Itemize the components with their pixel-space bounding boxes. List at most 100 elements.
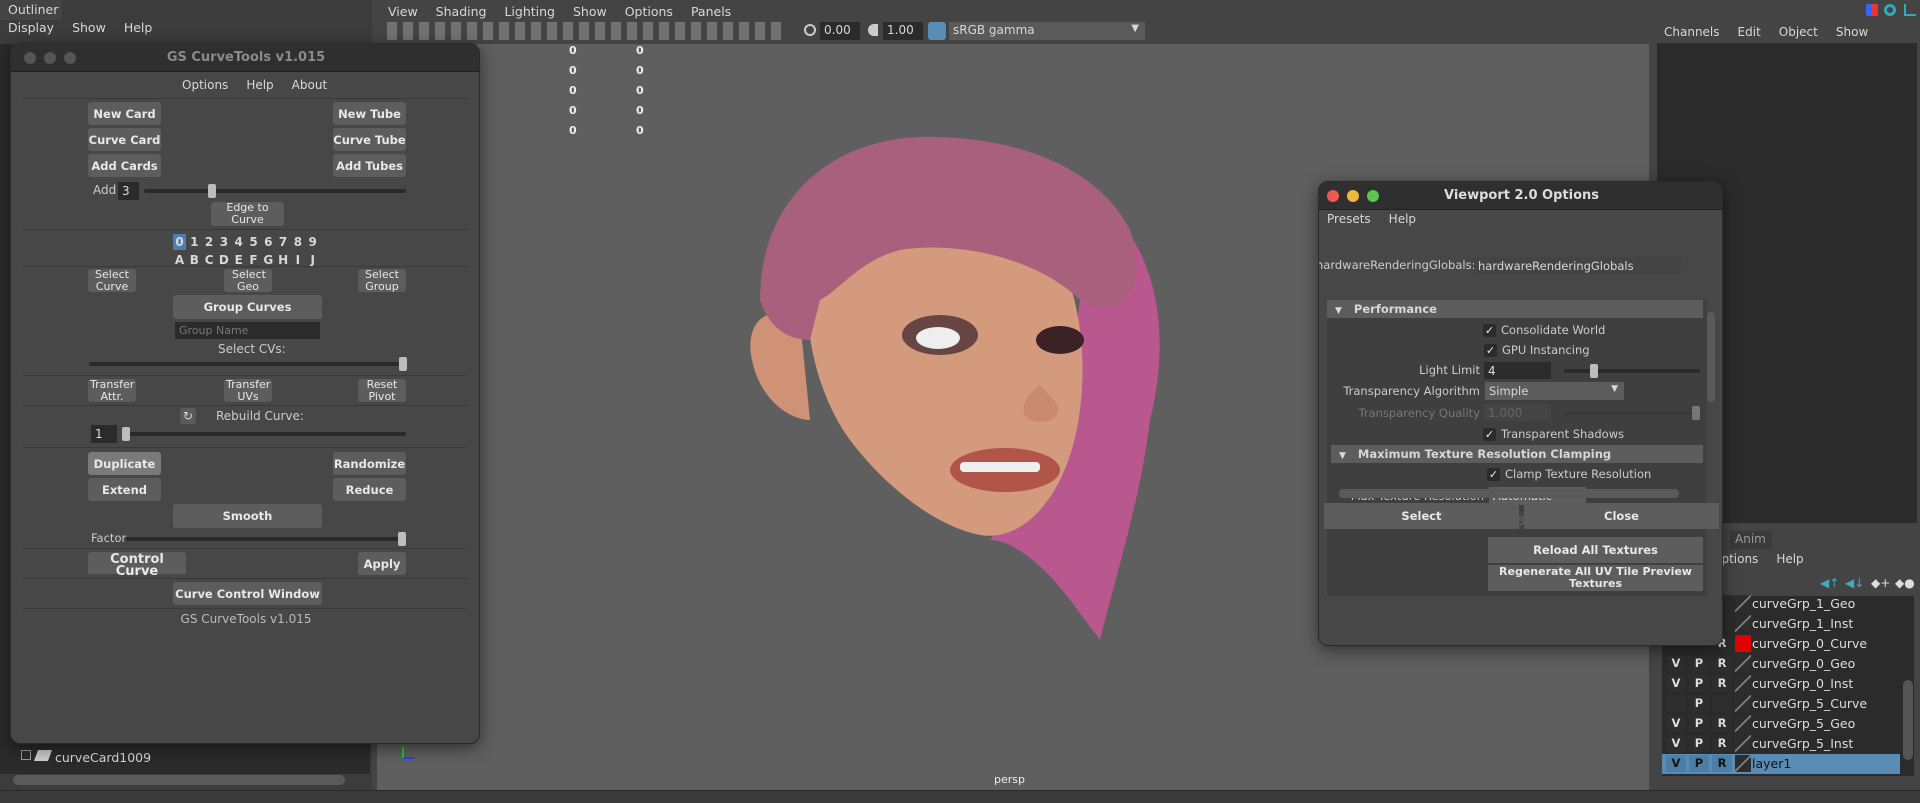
layer-p-toggle[interactable]: P — [1689, 755, 1709, 772]
layer-row[interactable]: V P RcurveGrp_0_Geo — [1662, 654, 1900, 674]
layer-p-toggle[interactable]: P — [1689, 715, 1709, 732]
layer-number-button[interactable]: 2 — [203, 234, 216, 250]
menu-help[interactable]: Help — [1389, 212, 1416, 226]
layer-p-toggle[interactable]: P — [1689, 735, 1709, 752]
layer-row[interactable]: V P RcurveGrp_5_Geo — [1662, 714, 1900, 734]
layer-vscrollbar[interactable] — [1903, 680, 1913, 760]
menu-channels[interactable]: Channels — [1664, 25, 1720, 39]
layer-v-toggle[interactable]: V — [1666, 655, 1686, 672]
edge-to-curve-button[interactable]: Edge to Curve — [211, 202, 284, 226]
layer-color-swatch[interactable] — [1735, 635, 1751, 652]
layer-r-toggle[interactable]: R — [1712, 755, 1732, 772]
layer-number-button[interactable]: 8 — [291, 234, 304, 250]
rebuild-slider[interactable] — [122, 427, 406, 441]
move-layer-down-icon[interactable]: ◀↓ — [1845, 576, 1864, 590]
select-cvs-slider[interactable] — [89, 357, 407, 371]
title-bar[interactable]: GS CurveTools v1.015 — [11, 44, 479, 72]
layer-r-toggle[interactable]: R — [1712, 655, 1732, 672]
layer-color-icon[interactable] — [1735, 715, 1751, 732]
layer-color-icon[interactable] — [1735, 675, 1751, 692]
options-hscrollbar[interactable] — [1339, 489, 1679, 498]
duplicate-button[interactable]: Duplicate — [88, 452, 161, 475]
rebuild-value-field[interactable]: 1 — [91, 425, 117, 443]
slider-thumb[interactable] — [399, 357, 407, 371]
transparency-algorithm-dropdown[interactable]: Simple ▼ — [1485, 382, 1624, 400]
transfer-attr-button[interactable]: Transfer Attr. — [88, 379, 136, 403]
regenerate-uv-tile-button[interactable]: Regenerate All UV Tile Preview Textures — [1488, 565, 1703, 591]
layer-number-button[interactable]: 4 — [232, 234, 245, 250]
curve-card-button[interactable]: Curve Card — [88, 128, 161, 151]
layer-tab-anim[interactable]: Anim — [1730, 531, 1772, 549]
layer-row[interactable]: PcurveGrp_5_Curve — [1662, 694, 1900, 714]
randomize-button[interactable]: Randomize — [333, 452, 406, 475]
axis-icon[interactable] — [1904, 4, 1916, 16]
factor-slider[interactable] — [126, 532, 406, 546]
transform-icon[interactable] — [1866, 4, 1878, 16]
refresh-icon[interactable]: ↻ — [180, 408, 196, 424]
max-texture-header[interactable]: ▼ Maximum Texture Resolution Clamping — [1331, 445, 1703, 463]
menu-presets[interactable]: Presets — [1327, 212, 1371, 226]
layer-v-toggle[interactable]: V — [1666, 675, 1686, 692]
layer-color-icon[interactable] — [1735, 695, 1751, 712]
layer-number-button[interactable]: 9 — [306, 234, 319, 250]
transparent-shadows-checkbox[interactable]: ✓ — [1483, 428, 1496, 441]
layer-row[interactable]: V P Rlayer1 — [1662, 754, 1900, 774]
layer-color-icon[interactable] — [1735, 655, 1751, 672]
globals-field[interactable]: hardwareRenderingGlobals — [1474, 257, 1681, 275]
options-vscrollbar[interactable] — [1707, 312, 1715, 402]
menu-about[interactable]: About — [292, 78, 327, 92]
curve-tube-button[interactable]: Curve Tube — [333, 128, 406, 151]
transfer-uvs-button[interactable]: Transfer UVs — [224, 379, 272, 403]
reset-pivot-button[interactable]: Reset Pivot — [358, 379, 406, 403]
smooth-button[interactable]: Smooth — [173, 504, 322, 528]
consolidate-world-checkbox[interactable]: ✓ — [1483, 324, 1496, 337]
menu-options[interactable]: Options — [182, 78, 228, 92]
slider-thumb[interactable] — [122, 427, 130, 441]
move-layer-up-icon[interactable]: ◀↑ — [1820, 576, 1839, 590]
select-group-button[interactable]: Select Group — [358, 269, 406, 293]
layer-number-button[interactable]: 3 — [217, 234, 230, 250]
reduce-button[interactable]: Reduce — [333, 478, 406, 501]
layer-v-toggle[interactable]: V — [1666, 735, 1686, 752]
layer-number-button[interactable]: 1 — [188, 234, 201, 250]
layer-v-toggle[interactable] — [1666, 695, 1686, 712]
layer-row[interactable]: V P RcurveGrp_5_Inst — [1662, 734, 1900, 754]
curve-control-window-button[interactable]: Curve Control Window — [173, 582, 322, 605]
select-button[interactable]: Select — [1324, 503, 1519, 529]
layer-r-toggle[interactable]: R — [1712, 715, 1732, 732]
performance-header[interactable]: ▼ Performance — [1327, 300, 1703, 318]
menu-object[interactable]: Object — [1779, 25, 1818, 39]
menu-show[interactable]: Show — [1836, 25, 1868, 39]
layer-number-button[interactable]: 5 — [247, 234, 260, 250]
layer-p-toggle[interactable]: P — [1689, 695, 1709, 712]
layer-color-icon[interactable] — [1735, 615, 1751, 632]
menu-help[interactable]: Help — [246, 78, 273, 92]
add-count-field[interactable]: 3 — [118, 182, 139, 200]
tool-icon[interactable] — [1884, 4, 1896, 16]
time-slider-strip[interactable] — [0, 790, 1920, 803]
add-cards-button[interactable]: Add Cards — [88, 154, 161, 177]
layer-color-icon[interactable] — [1735, 595, 1751, 612]
close-button-footer[interactable]: Close — [1524, 503, 1719, 529]
group-curves-button[interactable]: Group Curves — [173, 295, 322, 319]
menu-help[interactable]: Help — [1776, 552, 1803, 566]
control-curve-button[interactable]: Control Curve — [88, 552, 186, 578]
layer-row[interactable]: V P RcurveGrp_0_Inst — [1662, 674, 1900, 694]
layer-v-toggle[interactable]: V — [1666, 755, 1686, 772]
light-limit-slider[interactable] — [1564, 364, 1700, 378]
new-tube-button[interactable]: New Tube — [333, 102, 406, 125]
clamp-texture-checkbox[interactable]: ✓ — [1487, 468, 1500, 481]
slider-thumb[interactable] — [398, 532, 406, 546]
add-tubes-button[interactable]: Add Tubes — [333, 154, 406, 177]
layer-number-button[interactable]: 7 — [277, 234, 290, 250]
layer-number-button[interactable]: 0 — [173, 234, 186, 250]
group-name-input[interactable]: Group Name — [175, 322, 320, 339]
layer-color-icon[interactable] — [1735, 735, 1751, 752]
gpu-instancing-checkbox[interactable]: ✓ — [1484, 344, 1497, 357]
new-layer-selected-icon[interactable]: ◆● — [1895, 576, 1915, 590]
add-slider[interactable] — [144, 184, 406, 198]
layer-p-toggle[interactable]: P — [1689, 655, 1709, 672]
layer-number-button[interactable]: 6 — [262, 234, 275, 250]
layer-r-toggle[interactable]: R — [1712, 675, 1732, 692]
apply-button[interactable]: Apply — [358, 552, 406, 575]
